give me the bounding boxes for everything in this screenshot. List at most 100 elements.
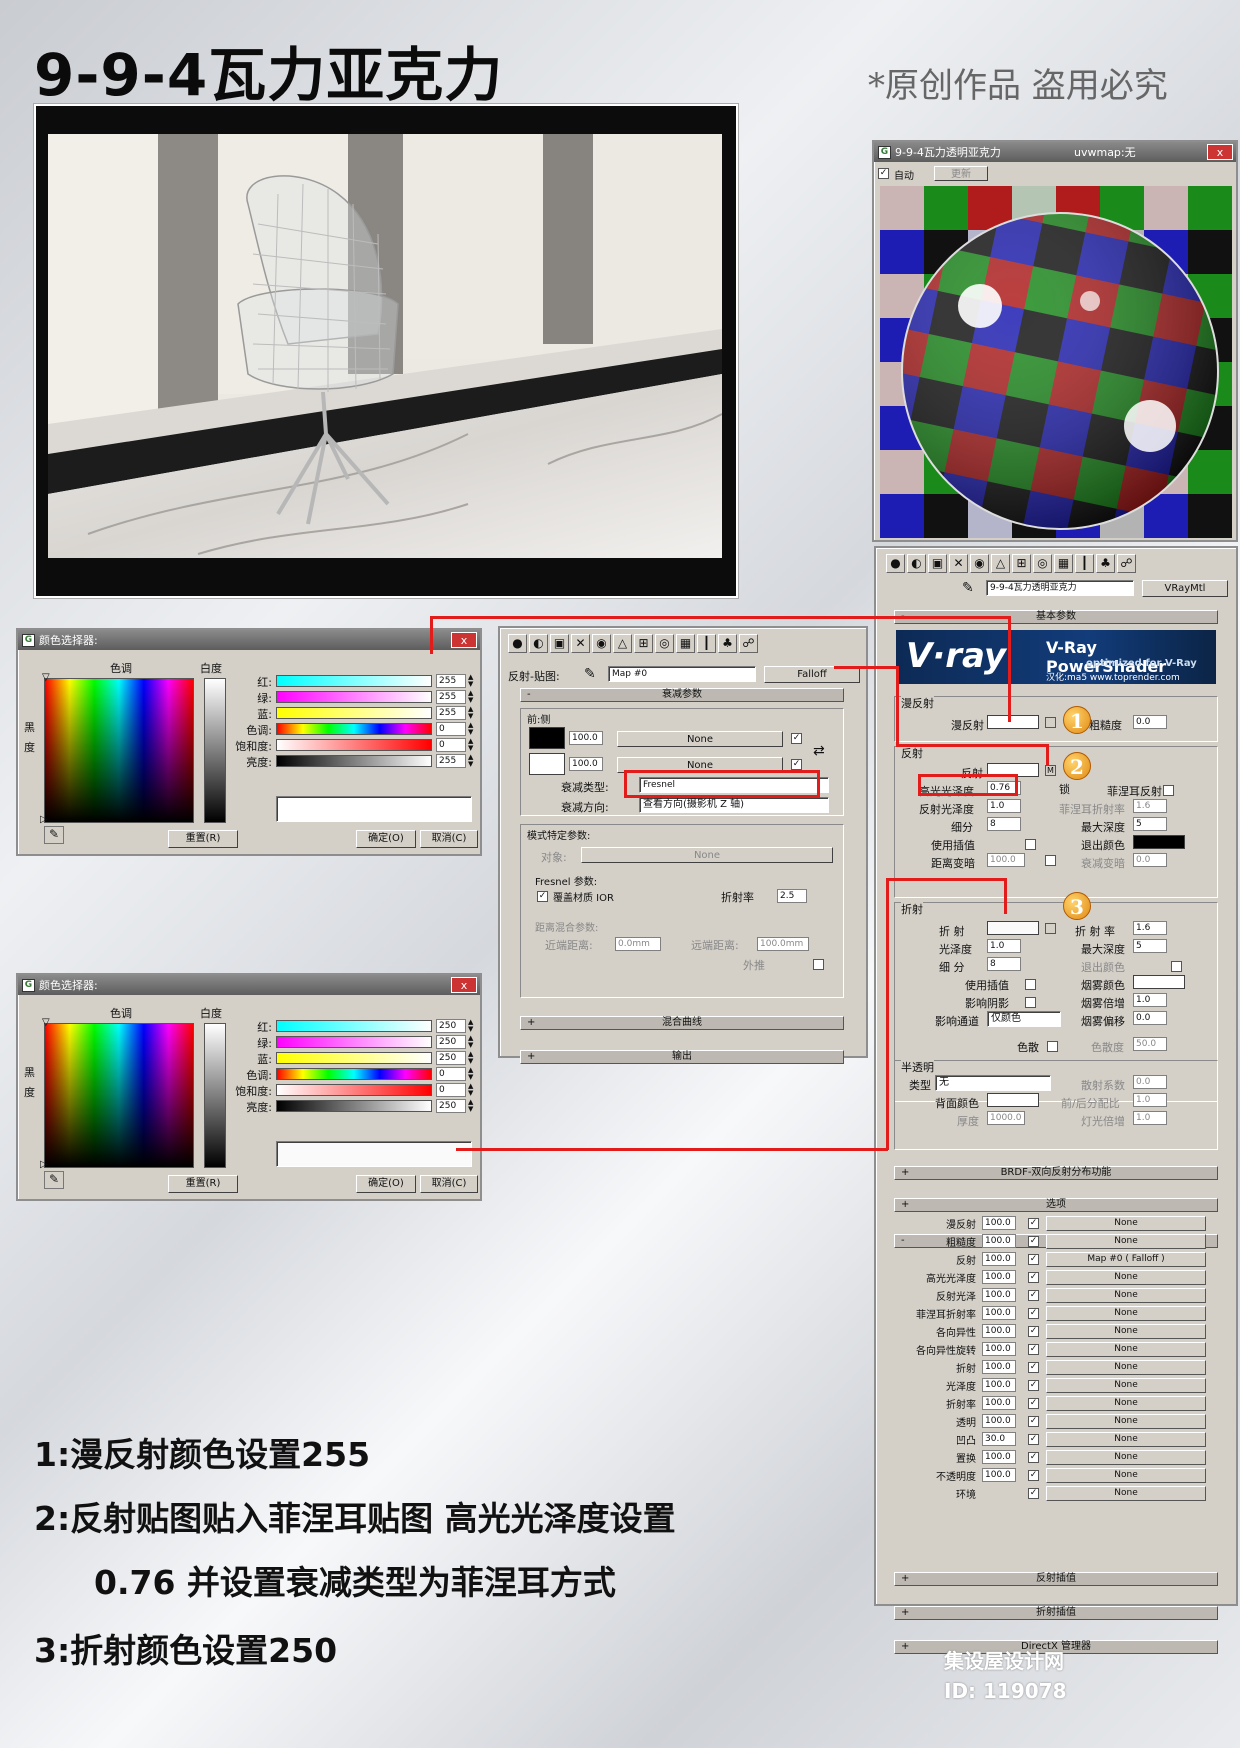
light-mult-value[interactable]: 1.0 (1133, 1111, 1167, 1125)
color-channel-value[interactable]: 0 (436, 1083, 466, 1097)
map-row-slot-button[interactable]: None (1046, 1450, 1206, 1465)
map-row-checkbox[interactable]: ✓ (1028, 1254, 1039, 1265)
map-row-slot-button[interactable]: None (1046, 1378, 1206, 1393)
map-row-checkbox[interactable]: ✓ (1028, 1218, 1039, 1229)
reflect-map-button[interactable]: M (1045, 765, 1056, 776)
color-picker-titlebar[interactable]: G 颜色选择器: x (18, 630, 480, 650)
blackness-pointer-icon[interactable]: ▷ (40, 814, 48, 825)
far-distance-value[interactable]: 100.0mm (757, 937, 809, 951)
show-map-icon[interactable]: ◎ (1033, 554, 1052, 573)
fb-ratio-value[interactable]: 1.0 (1133, 1093, 1167, 1107)
side-color-swatch[interactable] (529, 753, 565, 775)
cancel-button[interactable]: 取消(C) (420, 830, 478, 848)
map-row-checkbox[interactable]: ✓ (1028, 1290, 1039, 1301)
diffuse-map-button[interactable] (1045, 717, 1056, 728)
back-color-swatch[interactable] (987, 1093, 1039, 1107)
color-channel-slider[interactable] (276, 1052, 432, 1064)
go-sibling-icon[interactable]: ♣ (1096, 554, 1115, 573)
refract-color-swatch[interactable] (987, 921, 1039, 935)
color-channel-value[interactable]: 255 (436, 754, 466, 768)
go-parent-icon[interactable]: ┃ (697, 634, 716, 653)
go-sibling-icon[interactable]: ♣ (718, 634, 737, 653)
reflect-max-depth-value[interactable]: 5 (1133, 817, 1167, 831)
side-map-checkbox[interactable]: ✓ (791, 759, 802, 770)
ok-button[interactable]: 确定(O) (356, 830, 416, 848)
mix-curve-rollout[interactable]: + 混合曲线 (520, 1016, 844, 1030)
refract-subdivs-value[interactable]: 8 (987, 957, 1021, 971)
map-row-checkbox[interactable]: ✓ (1028, 1344, 1039, 1355)
map-row-amount[interactable]: 100.0 (982, 1450, 1016, 1464)
reset-button[interactable]: 重置(R) (168, 1175, 238, 1193)
color-channel-value[interactable]: 0 (436, 1067, 466, 1081)
refract-interp-rollout[interactable]: + 折射插值 (894, 1606, 1218, 1620)
map-row-checkbox[interactable]: ✓ (1028, 1236, 1039, 1247)
roughness-value[interactable]: 0.0 (1133, 715, 1167, 729)
update-button[interactable]: 更新 (934, 166, 988, 181)
copy-icon[interactable]: ◉ (970, 554, 989, 573)
color-channel-slider[interactable] (276, 675, 432, 687)
spinner-icon[interactable]: ▲ ▼ (468, 1019, 473, 1033)
map-row-slot-button[interactable]: None (1046, 1414, 1206, 1429)
fog-mult-value[interactable]: 1.0 (1133, 993, 1167, 1007)
map-row-slot-button[interactable]: None (1046, 1234, 1206, 1249)
show-map-icon[interactable]: ◎ (655, 634, 674, 653)
material-id-icon[interactable]: ⊞ (634, 634, 653, 653)
map-row-checkbox[interactable]: ✓ (1028, 1434, 1039, 1445)
spinner-icon[interactable]: ▲ ▼ (468, 722, 473, 736)
preview-titlebar[interactable]: G 9-9-4瓦力透明亚克力 uvwmap:无 x (874, 142, 1236, 162)
color-channel-slider[interactable] (276, 1020, 432, 1032)
eyedropper-icon[interactable]: ✎ (44, 826, 64, 844)
map-row-amount[interactable]: 100.0 (982, 1324, 1016, 1338)
map-row-amount[interactable]: 100.0 (982, 1306, 1016, 1320)
map-row-slot-button[interactable]: None (1046, 1342, 1206, 1357)
copy-icon[interactable]: ◉ (592, 634, 611, 653)
get-material-icon[interactable]: ● (886, 554, 905, 573)
fog-bias-value[interactable]: 0.0 (1133, 1011, 1167, 1025)
front-amount[interactable]: 100.0 (569, 731, 603, 745)
options-rollout[interactable]: + 选项 (894, 1198, 1218, 1212)
override-ior-checkbox[interactable]: ✓ (537, 891, 548, 902)
color-channel-value[interactable]: 250 (436, 1051, 466, 1065)
spinner-icon[interactable]: ▲ ▼ (468, 1067, 473, 1081)
put-to-scene-icon[interactable]: ◐ (907, 554, 926, 573)
affect-shadows-checkbox[interactable] (1025, 997, 1036, 1008)
fresnel-reflect-checkbox[interactable] (1163, 785, 1174, 796)
blackness-pointer-icon[interactable]: ▷ (40, 1159, 48, 1170)
color-channel-value[interactable]: 255 (436, 690, 466, 704)
abbe-value[interactable]: 50.0 (1133, 1037, 1167, 1051)
spinner-icon[interactable]: ▲ ▼ (468, 1051, 473, 1065)
diffuse-color-swatch[interactable] (987, 715, 1039, 729)
refl-gloss-value[interactable]: 1.0 (987, 799, 1021, 813)
get-material-icon[interactable]: ● (508, 634, 527, 653)
map-row-amount[interactable]: 100.0 (982, 1468, 1016, 1482)
refract-exit-checkbox[interactable] (1171, 961, 1182, 972)
color-channel-slider[interactable] (276, 691, 432, 703)
color-channel-slider[interactable] (276, 1100, 432, 1112)
unique-icon[interactable]: △ (991, 554, 1010, 573)
delete-icon[interactable]: ✕ (949, 554, 968, 573)
map-row-slot-button[interactable]: None (1046, 1486, 1206, 1501)
map-row-slot-button[interactable]: None (1046, 1468, 1206, 1483)
near-distance-value[interactable]: 0.0mm (615, 937, 661, 951)
material-id-icon[interactable]: ⊞ (1012, 554, 1031, 573)
map-row-slot-button[interactable]: None (1046, 1360, 1206, 1375)
map-row-checkbox[interactable]: ✓ (1028, 1326, 1039, 1337)
spinner-icon[interactable]: ▲ ▼ (468, 674, 473, 688)
brdf-rollout[interactable]: + BRDF-双向反射分布功能 (894, 1166, 1218, 1180)
reset-button[interactable]: 重置(R) (168, 830, 238, 848)
spinner-icon[interactable]: ▲ ▼ (468, 706, 473, 720)
close-button[interactable]: x (451, 632, 477, 648)
whiteness-slider[interactable] (204, 678, 226, 823)
color-channel-value[interactable]: 255 (436, 706, 466, 720)
map-row-checkbox[interactable]: ✓ (1028, 1488, 1039, 1499)
spinner-icon[interactable]: ▲ ▼ (468, 754, 473, 768)
close-button[interactable]: x (1207, 144, 1233, 160)
map-name-dropdown[interactable]: Map #0 (608, 666, 756, 682)
map-row-slot-button[interactable]: None (1046, 1324, 1206, 1339)
hue-blackness-field[interactable] (44, 1023, 194, 1168)
map-row-checkbox[interactable]: ✓ (1028, 1362, 1039, 1373)
color-channel-value[interactable]: 0 (436, 738, 466, 752)
ior-value[interactable]: 2.5 (777, 889, 807, 903)
swap-icon[interactable]: ⇄ (813, 743, 825, 759)
translucency-type-dropdown[interactable]: 无 (935, 1075, 1051, 1091)
